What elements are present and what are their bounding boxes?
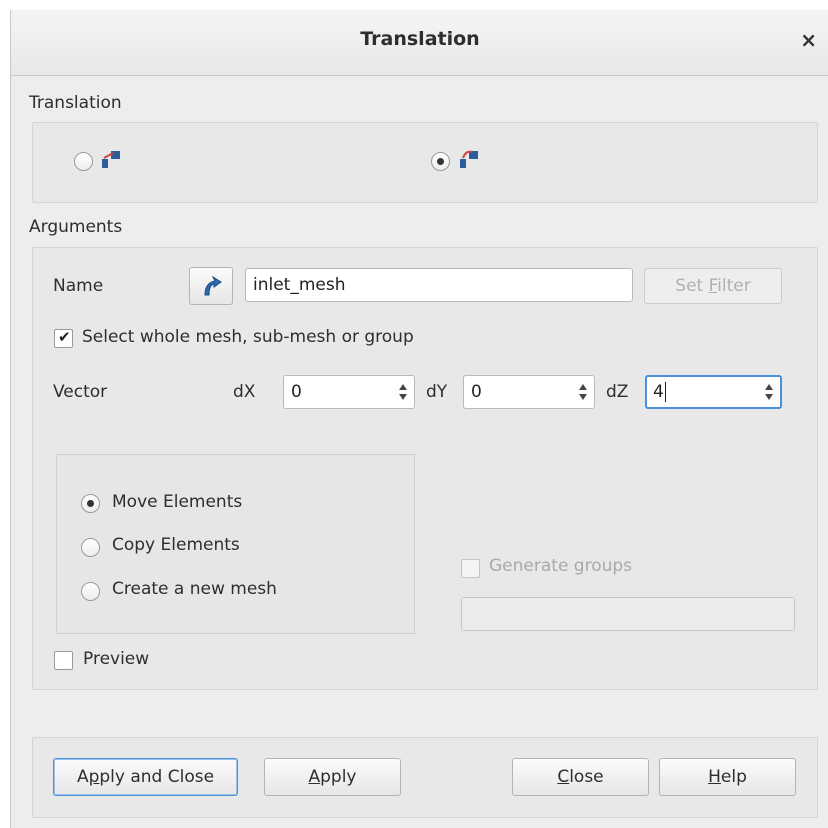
new-mesh-name-field[interactable] bbox=[461, 597, 795, 631]
create-new-mesh-label: Create a new mesh bbox=[112, 579, 277, 599]
dz-value: 4 bbox=[653, 382, 664, 402]
dy-spinbox[interactable]: 0 bbox=[463, 375, 595, 409]
set-filter-button[interactable]: Set Filter bbox=[644, 268, 782, 304]
apply-close-suffix: ply and Close bbox=[99, 767, 215, 787]
name-label: Name bbox=[53, 276, 104, 296]
copy-elements-label: Copy Elements bbox=[112, 535, 240, 555]
apply-close-prefix: A bbox=[76, 767, 89, 787]
arguments-section-label: Arguments bbox=[29, 217, 123, 237]
dx-value: 0 bbox=[291, 382, 302, 402]
whole-mesh-label: Select whole mesh, sub-mesh or group bbox=[82, 327, 414, 347]
dx-spinbox[interactable]: 0 bbox=[283, 375, 415, 409]
dz-label: dZ bbox=[606, 382, 629, 402]
dy-label: dY bbox=[426, 382, 448, 402]
help-suffix: elp bbox=[720, 767, 747, 787]
arguments-group: Name inlet_mesh Set Filter Select whole … bbox=[32, 247, 818, 690]
apply-suffix: pply bbox=[320, 767, 357, 787]
mesh-name-field[interactable]: inlet_mesh bbox=[245, 268, 633, 302]
close-mnemonic: C bbox=[557, 767, 570, 787]
help-button[interactable]: Help bbox=[659, 758, 796, 796]
set-filter-label-suffix: ilter bbox=[717, 276, 751, 296]
operation-group: Move Elements Copy Elements Create a new… bbox=[56, 454, 415, 634]
text-cursor bbox=[664, 382, 666, 402]
close-suffix: lose bbox=[569, 767, 604, 787]
dy-value: 0 bbox=[471, 382, 482, 402]
preview-checkbox[interactable] bbox=[54, 651, 73, 670]
translation-dialog: Translation × Translation Arguments Name… bbox=[10, 10, 828, 828]
set-filter-label-prefix: Set bbox=[675, 276, 709, 296]
generate-groups-label: Generate groups bbox=[489, 556, 633, 576]
move-elements-label: Move Elements bbox=[112, 492, 243, 512]
apply-button[interactable]: Apply bbox=[264, 758, 401, 796]
button-bar: Apply and Close Apply Close Help bbox=[32, 737, 818, 818]
two-points-icon bbox=[102, 151, 120, 168]
apply-close-mnemonic: p bbox=[88, 767, 100, 787]
dx-label: dX bbox=[233, 382, 256, 402]
translation-section-label: Translation bbox=[29, 93, 122, 113]
translation-mode-group bbox=[32, 122, 818, 203]
create-new-mesh-radio[interactable] bbox=[81, 582, 100, 601]
vector-icon bbox=[460, 150, 478, 168]
dx-spin-arrows[interactable] bbox=[396, 380, 410, 404]
select-object-icon bbox=[204, 275, 222, 296]
select-object-button[interactable] bbox=[189, 267, 233, 305]
help-mnemonic: H bbox=[708, 767, 721, 787]
mode-vector-radio[interactable] bbox=[431, 152, 450, 171]
move-elements-radio[interactable] bbox=[81, 494, 100, 513]
close-button[interactable]: Close bbox=[512, 758, 649, 796]
mode-two-points-radio[interactable] bbox=[74, 152, 93, 171]
whole-mesh-checkbox[interactable] bbox=[54, 328, 73, 348]
apply-mnemonic: A bbox=[308, 767, 321, 787]
dialog-title: Translation bbox=[360, 28, 480, 50]
set-filter-mnemonic: F bbox=[708, 276, 718, 296]
apply-and-close-button[interactable]: Apply and Close bbox=[53, 758, 238, 796]
generate-groups-checkbox[interactable] bbox=[461, 559, 480, 578]
copy-elements-radio[interactable] bbox=[81, 538, 100, 557]
dy-spin-arrows[interactable] bbox=[576, 380, 590, 404]
title-bar: Translation × bbox=[11, 10, 828, 76]
preview-label: Preview bbox=[83, 649, 150, 669]
close-icon[interactable]: × bbox=[800, 28, 817, 52]
dz-spin-arrows[interactable] bbox=[762, 380, 776, 404]
vector-label: Vector bbox=[53, 382, 108, 402]
dz-spinbox[interactable]: 4 bbox=[645, 375, 782, 409]
